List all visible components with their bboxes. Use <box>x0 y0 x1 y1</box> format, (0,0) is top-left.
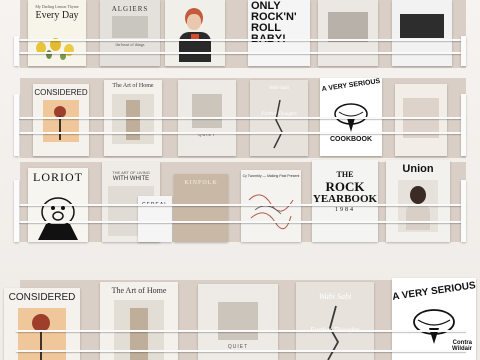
book-cy-twombly: Cy Twombly — Making Past Present <box>241 170 301 242</box>
quiet-photo <box>192 94 222 128</box>
abstract-photo <box>328 12 368 42</box>
book-algiers: ALGIERS the heart of things <box>100 0 160 66</box>
book-rock-yearbook: THE ROCK YEARBOOK 1984 <box>312 160 378 242</box>
rail-3a <box>16 204 466 206</box>
rail-post-1-left <box>14 36 19 66</box>
rail-4b <box>16 350 466 352</box>
rail-3b <box>16 221 466 223</box>
book-cereal: CEREAL <box>138 196 172 242</box>
rail-post-2-left <box>14 94 19 156</box>
book-only-rock-n-roll: ONLY ROCK'N' ROLL BABY! <box>248 0 310 66</box>
book-black-white <box>392 0 452 66</box>
book-art-of-home-2: The Art of Home <box>100 282 178 360</box>
bw-photo <box>400 14 444 38</box>
union-portrait <box>398 180 438 232</box>
flower-photo-2 <box>18 308 66 360</box>
bookshelf-wall: My Darling Lemon Thyme Every Day ALGIERS… <box>0 0 480 360</box>
rail-1b <box>16 52 466 54</box>
rail-post-3-left <box>14 180 19 242</box>
book-grey-abstract <box>318 0 378 66</box>
book-kinfolk: KINFOLK <box>174 174 228 242</box>
rail-post-1-right <box>461 36 466 66</box>
quiet-photo-2 <box>218 302 258 340</box>
rail-1a <box>16 39 466 41</box>
book-considered: CONSIDERED <box>33 84 89 156</box>
rail-2b <box>16 132 466 134</box>
rail-2a <box>16 117 466 119</box>
rail-post-3-right <box>461 180 466 242</box>
interior-photo <box>112 94 154 144</box>
book-very-serious-2: A VERY SERIOUS Contra Wildair <box>392 278 476 360</box>
book-portrait-art <box>165 0 225 66</box>
branch-illustration-2 <box>327 305 340 360</box>
algiers-photo <box>112 16 148 38</box>
flower-photo <box>43 100 79 142</box>
scribble-artwork <box>248 194 294 230</box>
book-soft-cover <box>395 84 447 156</box>
book-wabi-sabi-2: Wabi Sabi Further Thoughts <box>296 282 374 360</box>
rail-post-2-right <box>461 94 466 156</box>
rail-4a <box>16 330 466 332</box>
book-quiet-2: QUIET <box>198 284 278 360</box>
book-union: Union <box>386 160 450 242</box>
book-every-day: My Darling Lemon Thyme Every Day <box>28 0 86 66</box>
